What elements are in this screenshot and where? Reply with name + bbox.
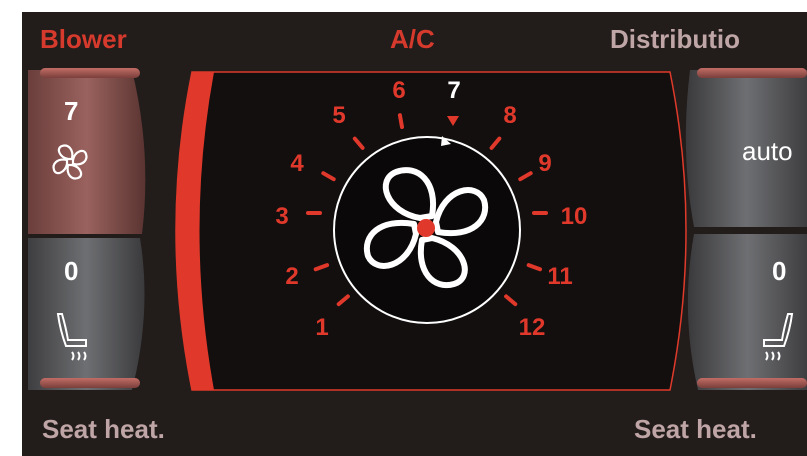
dial-label-4: 4 [290, 150, 304, 177]
dial-label-1: 1 [315, 314, 328, 341]
seat-heat-right-value: 0 [772, 256, 787, 286]
climate-screen: 1 2 3 4 5 6 7 8 9 10 11 12 Blower A/C Di… [22, 12, 807, 456]
dial-label-2: 2 [285, 263, 298, 290]
blower-value: 7 [64, 96, 79, 126]
header-distribution: Distributio [610, 24, 740, 54]
footer-seat-heat-right: Seat heat. [634, 414, 757, 444]
dial-label-7: 7 [447, 77, 460, 104]
dial-label-12: 12 [519, 314, 546, 341]
header-ac[interactable]: A/C [390, 24, 435, 55]
dial-label-6: 6 [392, 77, 405, 104]
dial-label-10: 10 [561, 203, 588, 230]
dial-label-8: 8 [503, 102, 516, 129]
header-blower: Blower [40, 24, 127, 54]
seat-heat-left-button[interactable] [28, 238, 145, 390]
dial-label-5: 5 [332, 102, 345, 129]
climate-graphics: 1 2 3 4 5 6 7 8 9 10 11 12 [28, 68, 807, 391]
dial-label-9: 9 [538, 150, 551, 177]
fan-hub [417, 219, 435, 237]
seat-heat-left-value: 0 [64, 256, 79, 286]
blower-button[interactable] [28, 68, 146, 234]
distribution-value: auto [742, 136, 793, 166]
footer-seat-heat-left: Seat heat. [42, 414, 165, 444]
seat-heat-right-button[interactable] [687, 234, 807, 390]
dial-label-11: 11 [547, 263, 572, 290]
dial-label-3: 3 [275, 203, 288, 230]
